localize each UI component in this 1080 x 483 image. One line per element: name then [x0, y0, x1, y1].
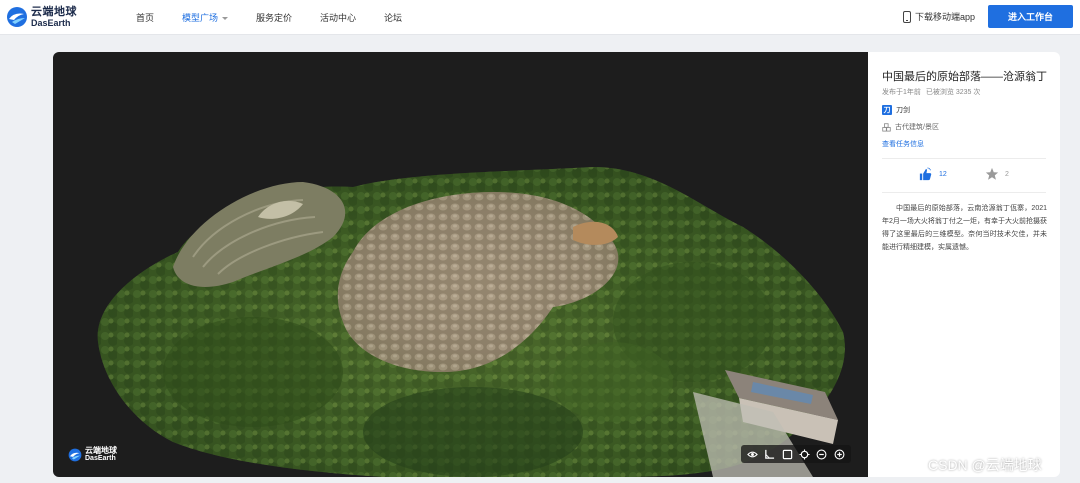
brand-logo[interactable]: 云端地球 DasEarth	[6, 6, 77, 28]
thumbs-up-icon	[919, 167, 932, 181]
mobile-phone-icon	[903, 10, 911, 23]
category-label: 古代建筑/景区	[895, 124, 939, 131]
source-credit: CSDN @云端地球	[928, 457, 1042, 473]
zoom-in-icon[interactable]	[832, 447, 846, 461]
favorite-count: 2	[1005, 170, 1009, 178]
eye-icon[interactable]	[746, 447, 760, 461]
author-name: 刀剑	[896, 107, 910, 114]
watermark-name-en: DasEarth	[85, 455, 116, 462]
chevron-down-icon	[222, 17, 229, 21]
nav-events[interactable]: 活动中心	[320, 11, 356, 24]
model-3d-viewer[interactable]: 云端地球 DasEarth	[53, 52, 868, 477]
download-app-link[interactable]: 下载移动端app	[903, 10, 975, 23]
view-count: 已被浏览 3235 次	[925, 89, 981, 96]
nav-home[interactable]: 首页	[136, 11, 154, 24]
author-link[interactable]: 刀 刀剑	[882, 105, 910, 115]
dasearth-logo-icon	[7, 7, 27, 27]
like-button[interactable]: 12	[918, 167, 947, 182]
frame-icon[interactable]	[780, 447, 794, 461]
viewer-toolbar	[741, 445, 851, 463]
nav-model-square-label: 模型广场	[182, 13, 219, 23]
cubes-icon	[882, 122, 891, 132]
favorite-button[interactable]: 2	[985, 167, 1009, 181]
dasearth-logo-icon	[68, 448, 82, 461]
model-description: 中国最后的原始部落，云南沧源翁丁佤寨，2021年2月一场大火将翁丁付之一炬，有幸…	[882, 205, 1047, 251]
nav-pricing[interactable]: 服务定价	[256, 11, 292, 24]
zoom-out-icon[interactable]	[815, 447, 829, 461]
star-icon	[985, 167, 999, 180]
model-title: 中国最后的原始部落——沧源翁丁	[882, 71, 1047, 83]
download-app-label: 下载移动端app	[915, 12, 976, 22]
viewer-watermark: 云端地球 DasEarth	[68, 447, 117, 462]
measure-angle-icon[interactable]	[763, 447, 777, 461]
view-task-info-link[interactable]: 查看任务信息	[882, 139, 924, 149]
nav-model-square[interactable]: 模型广场	[182, 11, 229, 24]
watermark-name-cn: 云端地球	[85, 446, 117, 455]
locate-icon[interactable]	[798, 447, 812, 461]
brand-name-cn: 云端地球	[31, 5, 77, 18]
divider	[882, 192, 1046, 193]
author-avatar: 刀	[882, 105, 892, 115]
enter-workspace-button[interactable]: 进入工作台	[988, 5, 1073, 28]
nav-forum[interactable]: 论坛	[384, 11, 402, 24]
model-meta: 发布于1年前 已被浏览 3235 次	[882, 87, 980, 97]
like-count: 12	[939, 171, 947, 178]
model-info-panel: 中国最后的原始部落——沧源翁丁 发布于1年前 已被浏览 3235 次 刀 刀剑 古…	[868, 52, 1060, 477]
divider	[882, 158, 1046, 159]
engagement-stats: 12 2	[868, 167, 1060, 189]
model-category: 古代建筑/景区	[882, 122, 939, 132]
top-navbar: 云端地球 DasEarth 首页 模型广场 服务定价 活动中心 论坛 下载移动端…	[0, 0, 1080, 35]
village-3d-model[interactable]	[53, 52, 868, 477]
publish-time: 发布于1年前	[882, 89, 921, 96]
brand-name-en: DasEarth	[31, 17, 71, 28]
